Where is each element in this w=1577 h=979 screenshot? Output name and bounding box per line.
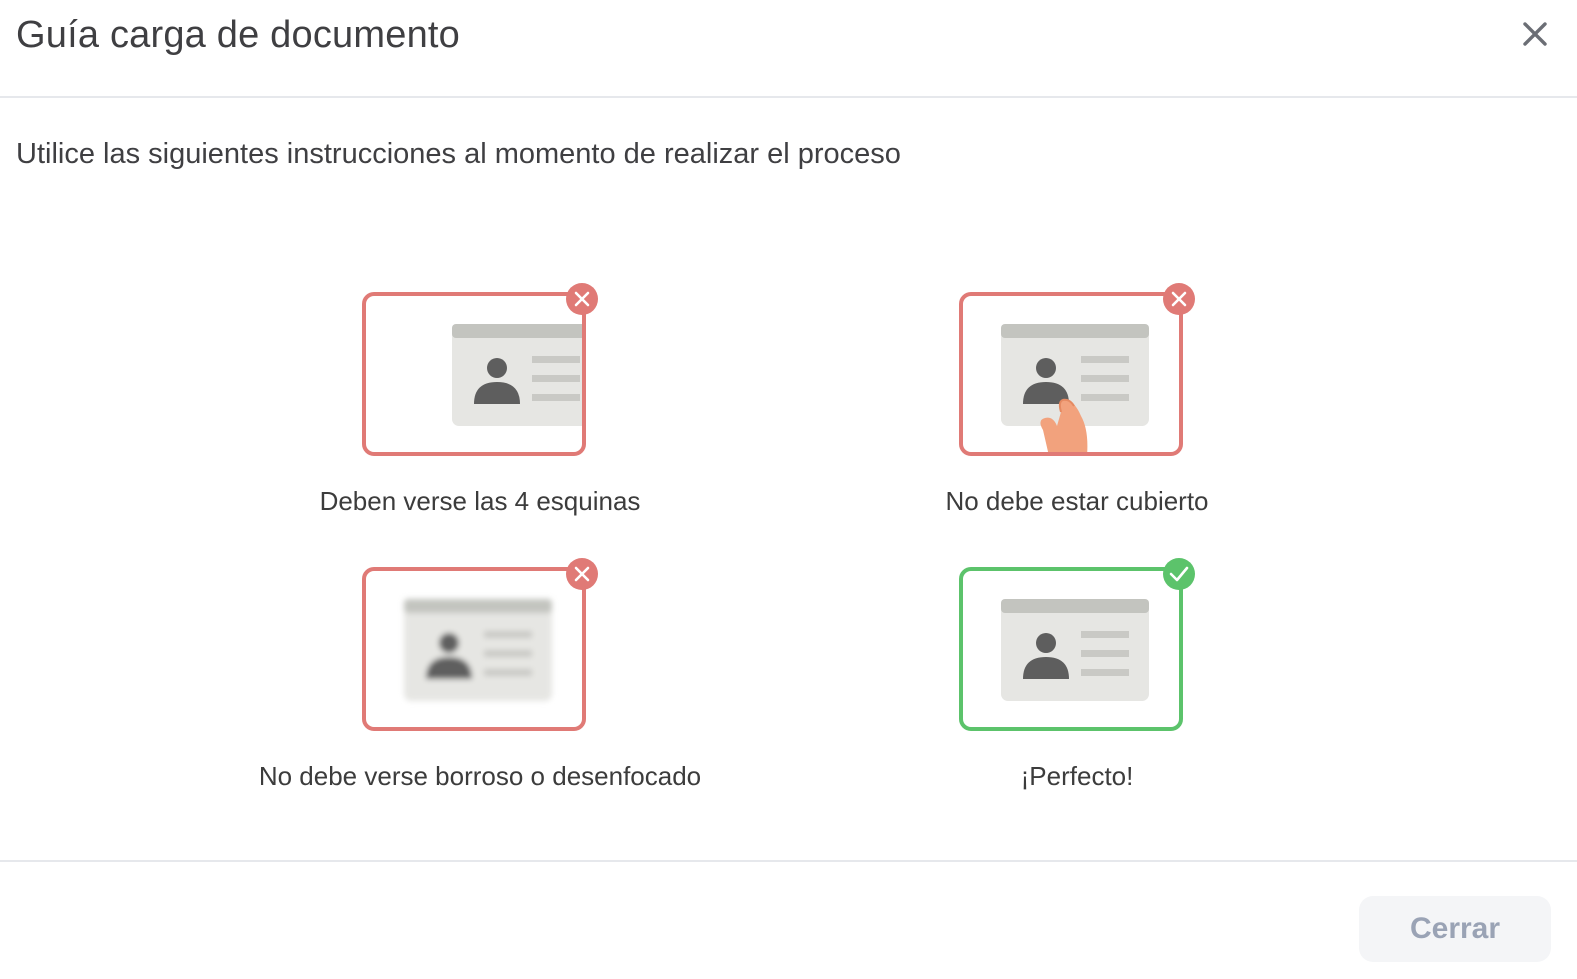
id-card-blurred-icon (362, 558, 598, 731)
id-card-cropped-icon (362, 283, 598, 456)
guide-caption: No debe verse borroso o desenfocado (258, 761, 702, 791)
document-upload-guide-modal: Guía carga de documento Utilice las sigu… (0, 0, 1577, 979)
guide-item-perfect: ¡Perfecto! (777, 555, 1377, 792)
modal-title: Guía carga de documento (16, 14, 460, 56)
guide-caption: ¡Perfecto! (1020, 761, 1134, 791)
guide-item-blurred: No debe verse borroso o desenfocado (180, 555, 780, 792)
cerrar-button[interactable]: Cerrar (1359, 896, 1551, 962)
guide-item-covered: No debe estar cubierto (777, 280, 1377, 517)
error-badge-icon (566, 558, 598, 590)
close-icon (1523, 22, 1547, 46)
close-button[interactable] (1515, 14, 1555, 54)
error-badge-icon (1163, 283, 1195, 315)
guide-caption: No debe estar cubierto (945, 486, 1209, 516)
id-card-correct-icon (959, 558, 1195, 731)
footer-divider (0, 860, 1577, 862)
guide-caption: Deben verse las 4 esquinas (319, 486, 641, 516)
guide-item-corners: Deben verse las 4 esquinas (180, 280, 780, 517)
id-card-covered-icon (959, 283, 1195, 456)
check-badge-icon (1163, 558, 1195, 590)
instructions-text: Utilice las siguientes instrucciones al … (16, 138, 901, 170)
modal-header: Guía carga de documento (0, 0, 1577, 98)
error-badge-icon (566, 283, 598, 315)
